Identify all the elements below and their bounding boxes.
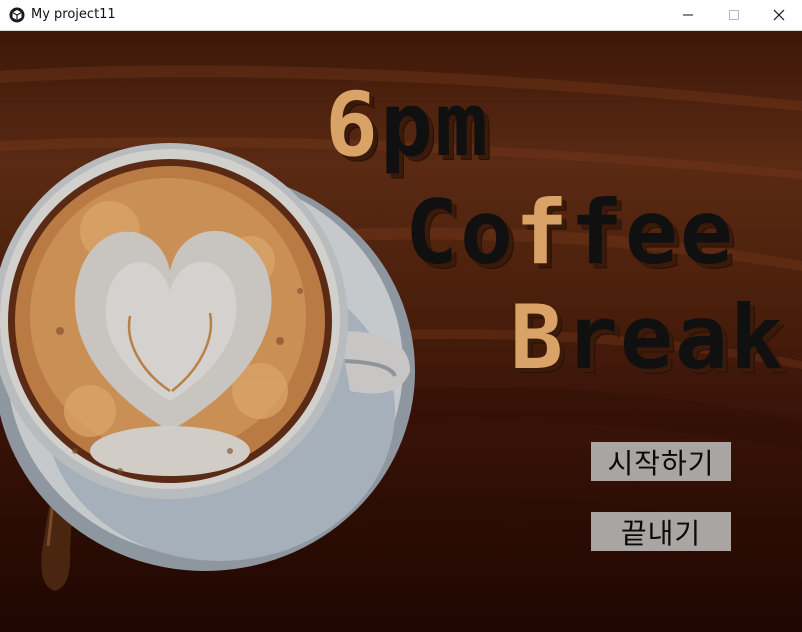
title-accent-b: B — [510, 286, 565, 389]
app-window: My project11 6pm Coffee Break 시작하기 끝내기 — [0, 0, 802, 632]
window-titlebar[interactable]: My project11 — [0, 0, 802, 31]
game-viewport[interactable]: 6pm Coffee Break 시작하기 끝내기 — [0, 31, 802, 632]
title-co: Co — [405, 181, 515, 284]
minimize-button[interactable] — [665, 0, 711, 30]
title-fee: fee — [569, 181, 735, 284]
quit-button[interactable]: 끝내기 — [591, 512, 731, 551]
unity-cube-icon — [9, 7, 25, 23]
minimize-icon — [683, 14, 693, 16]
maximize-button[interactable] — [711, 0, 757, 30]
start-button[interactable]: 시작하기 — [591, 442, 731, 481]
maximize-icon — [729, 10, 739, 20]
title-reak: reak — [564, 286, 785, 389]
title-accent-6: 6 — [325, 73, 380, 176]
game-title-line1: 6pm — [325, 81, 490, 169]
game-title-line2: Coffee — [405, 189, 735, 277]
title-accent-f: f — [514, 181, 570, 284]
game-title-line3: Break — [510, 294, 785, 382]
close-icon — [773, 9, 785, 21]
title-pm: pm — [379, 73, 490, 176]
close-button[interactable] — [756, 0, 802, 30]
window-title: My project11 — [31, 7, 116, 22]
